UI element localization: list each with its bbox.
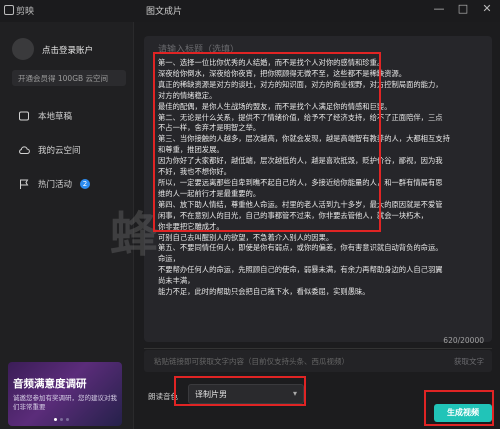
promo-title: 音频满意度调研 [13, 378, 87, 390]
logo-icon [4, 5, 14, 15]
sidebar-item-label: 热门活动 [38, 180, 73, 190]
app-name: 剪映 [16, 7, 35, 17]
login-link[interactable]: 点击登录账户 [42, 44, 93, 56]
link-input-placeholder: 粘贴链接即可获取文字内容（目前仅支持头条、西瓜视频） [154, 357, 349, 366]
panel-title: 图文成片 [146, 7, 183, 17]
minimize-icon[interactable]: — [432, 2, 446, 16]
title-bar: 剪映 图文成片 — □ ✕ [0, 0, 500, 22]
carousel-dot[interactable] [60, 418, 63, 421]
annotation-box-text [153, 52, 381, 232]
app-logo: 剪映 [4, 4, 34, 17]
promo-subtitle: 诚邀您参加有奖调研，您的建议对我们非常重要 [13, 394, 117, 411]
sidebar-item-cloud[interactable]: 我的云空间 [8, 140, 126, 160]
text-line: 能力不足，此时的帮助只会把自己拖下水，看似委屈，实则愚昧。 [158, 287, 370, 297]
carousel-dots[interactable] [54, 418, 69, 421]
sidebar-item-events[interactable]: 热门活动 2 [8, 174, 126, 194]
sidebar-item-drafts[interactable]: 本地草稿 [8, 106, 126, 126]
fetch-text-button[interactable]: 获取文字 [454, 356, 484, 367]
promo-banner[interactable]: 音频满意度调研 诚邀您参加有奖调研，您的建议对我们非常重要 [8, 362, 122, 426]
char-count: 620/20000 [443, 336, 484, 345]
text-line: 第五、不要同情任何人，即使是你有弱点，或你的偏差，你有害意识就自动背负的命运。 [158, 243, 443, 253]
divider [144, 348, 492, 349]
flag-icon [20, 179, 29, 189]
avatar[interactable] [12, 38, 34, 60]
app-window: 剪映 图文成片 — □ ✕ 点击登录账户 开通会员得 100GB 云空间 本地草… [0, 0, 500, 429]
maximize-icon[interactable]: □ [456, 2, 470, 16]
text-line: 尚未丰满， [158, 276, 195, 286]
storage-promo[interactable]: 开通会员得 100GB 云空间 [12, 70, 126, 86]
annotation-box-generate [424, 390, 494, 426]
draft-icon [19, 111, 29, 121]
notification-badge: 2 [80, 179, 91, 189]
link-input[interactable]: 粘贴链接即可获取文字内容（目前仅支持头条、西瓜视频） 获取文字 [144, 350, 492, 372]
sidebar-item-label: 本地草稿 [38, 112, 73, 122]
window-controls: — □ ✕ [432, 2, 494, 16]
close-icon[interactable]: ✕ [480, 2, 494, 16]
cloud-icon [19, 146, 30, 154]
carousel-dot[interactable] [54, 418, 57, 421]
sidebar-item-label: 我的云空间 [38, 146, 81, 156]
text-line: 不要帮办任何人的命运，先照顾自己的使命，弱暴未满，有余力再帮助身边的人自己羽翼 [158, 265, 443, 275]
text-line: 可别自己去叫醒别人的欲望，不急着介入别人的因果。 [158, 232, 334, 242]
carousel-dot[interactable] [66, 418, 69, 421]
annotation-box-voice [174, 376, 306, 406]
text-line: 命运， [158, 254, 180, 264]
